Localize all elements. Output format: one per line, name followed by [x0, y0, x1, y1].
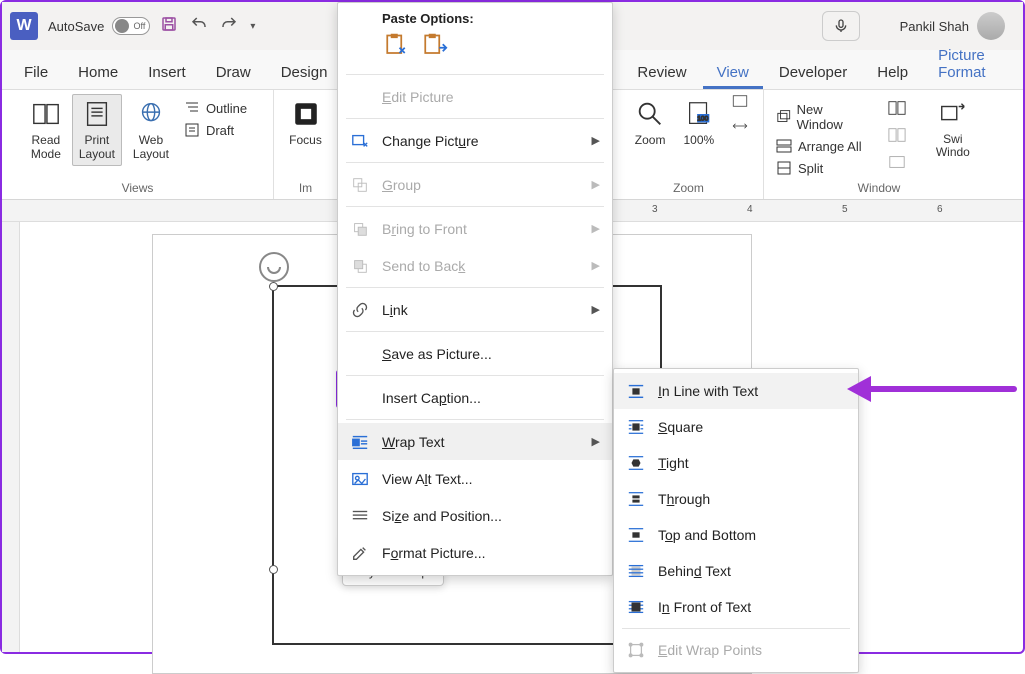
layout-options-icon[interactable] [258, 251, 290, 283]
print-layout-label: Print Layout [79, 133, 115, 161]
user-name: Pankil Shah [900, 19, 969, 34]
voice-search-button[interactable] [822, 11, 860, 41]
focus-label: Focus [289, 133, 322, 147]
ctx-wrap-text[interactable]: Wrap Text▶ [338, 423, 612, 460]
quick-access-toolbar: ▾ [160, 15, 255, 38]
user-account[interactable]: Pankil Shah [900, 12, 1015, 40]
web-layout-label: Web Layout [133, 133, 169, 161]
undo-icon[interactable] [190, 15, 208, 38]
ctx-change-picture[interactable]: Change Picture▶ [338, 122, 612, 159]
new-window-button[interactable]: New Window [772, 100, 870, 134]
vertical-ruler[interactable] [2, 222, 20, 652]
switch-windows-button[interactable]: Swi Windo [920, 94, 986, 164]
group-immersive-label: Im [299, 179, 312, 197]
print-layout-button[interactable]: Print Layout [72, 94, 122, 166]
autosave-label: AutoSave [48, 19, 104, 34]
view-side-icon[interactable] [888, 100, 906, 121]
web-layout-button[interactable]: Web Layout [126, 94, 176, 166]
arrange-all-label: Arrange All [798, 139, 862, 154]
group-zoom-label: Zoom [673, 179, 704, 197]
ribbon-group-zoom: Zoom 100 100% Zoom [614, 90, 764, 199]
ctx-group: Group▶ [338, 166, 612, 203]
read-mode-label: Read Mode [31, 133, 61, 161]
split-button[interactable]: Split [772, 158, 870, 178]
sync-scroll-icon[interactable] [888, 127, 906, 148]
word-app-icon: W [10, 12, 38, 40]
wrap-behind[interactable]: Behind Text [614, 553, 858, 589]
ctx-edit-picture: Edit Picture [338, 78, 612, 115]
redo-icon[interactable] [220, 15, 238, 38]
ruler-tick-3: 3 [652, 204, 658, 215]
outline-button[interactable]: Outline [180, 98, 251, 118]
ctx-insert-caption[interactable]: Insert Caption... [338, 379, 612, 416]
read-mode-button[interactable]: Read Mode [24, 94, 68, 166]
tab-insert[interactable]: Insert [134, 56, 200, 89]
split-label: Split [798, 161, 823, 176]
paste-picture-icon[interactable] [420, 32, 448, 63]
new-window-label: New Window [797, 102, 866, 132]
arrange-all-button[interactable]: Arrange All [772, 136, 870, 156]
group-window-label: Window [858, 179, 901, 197]
tab-help[interactable]: Help [863, 56, 922, 89]
tab-view[interactable]: View [703, 56, 763, 89]
group-views-label: Views [122, 179, 154, 197]
page-width-icon[interactable] [731, 94, 749, 113]
context-menu: Paste Options: Edit Picture Change Pictu… [337, 2, 613, 576]
wrap-square[interactable]: Square [614, 409, 858, 445]
ribbon-group-views: Read Mode Print Layout Web Layout Outlin… [2, 90, 274, 199]
tab-file[interactable]: File [10, 56, 62, 89]
toggle-switch[interactable]: Off [112, 17, 150, 35]
wrap-in-front[interactable]: In Front of Text [614, 589, 858, 625]
ctx-view-alt-text[interactable]: View Alt Text... [338, 460, 612, 497]
annotation-arrow [847, 380, 1017, 400]
autosave-toggle[interactable]: AutoSave Off [48, 17, 150, 35]
wrap-top-bottom[interactable]: Top and Bottom [614, 517, 858, 553]
tab-design[interactable]: Design [267, 56, 342, 89]
zoom-pct-label: 100% [683, 133, 714, 147]
ribbon-group-window: New Window Arrange All Split Swi Windo W… [764, 90, 994, 199]
user-avatar-icon [977, 12, 1005, 40]
paste-keep-source-icon[interactable] [382, 32, 410, 63]
tab-review[interactable]: Review [623, 56, 700, 89]
svg-text:100: 100 [697, 116, 708, 123]
save-icon[interactable] [160, 15, 178, 38]
switch-label: Swi Windo [927, 133, 979, 159]
outline-label: Outline [206, 101, 247, 116]
wrap-edit-points: Edit Wrap Points [614, 632, 858, 668]
autosave-state: Off [134, 21, 146, 31]
draft-button[interactable]: Draft [180, 120, 251, 140]
ruler-tick-4: 4 [747, 204, 753, 215]
ruler-tick-5: 5 [842, 204, 848, 215]
wrap-tight[interactable]: Tight [614, 445, 858, 481]
reset-position-icon[interactable] [888, 154, 906, 175]
ctx-bring-to-front: Bring to Front▶ [338, 210, 612, 247]
focus-button[interactable]: Focus [282, 94, 329, 152]
fit-width-icon[interactable] [731, 119, 749, 138]
ctx-link[interactable]: Link▶ [338, 291, 612, 328]
zoom-100-button[interactable]: 100 100% [676, 94, 721, 152]
wrap-text-submenu: In Line with Text Square Tight Through T… [613, 368, 859, 673]
zoom-label: Zoom [635, 133, 666, 147]
ctx-size-position[interactable]: Size and Position... [338, 497, 612, 534]
wrap-through[interactable]: Through [614, 481, 858, 517]
ctx-format-picture[interactable]: Format Picture... [338, 534, 612, 571]
zoom-button[interactable]: Zoom [628, 94, 673, 152]
tab-picture-format[interactable]: Picture Format [924, 39, 1015, 89]
ctx-save-as-picture[interactable]: Save as Picture... [338, 335, 612, 372]
tab-draw[interactable]: Draw [202, 56, 265, 89]
tab-home[interactable]: Home [64, 56, 132, 89]
wrap-inline[interactable]: In Line with Text [614, 373, 858, 409]
ribbon-group-immersive: Focus Im [274, 90, 338, 199]
draft-label: Draft [206, 123, 234, 138]
ctx-send-to-back: Send to Back▶ [338, 247, 612, 284]
tab-developer[interactable]: Developer [765, 56, 861, 89]
qat-dropdown-icon[interactable]: ▾ [250, 21, 255, 32]
ruler-tick-6: 6 [937, 204, 943, 215]
paste-options-header: Paste Options: [338, 7, 612, 28]
